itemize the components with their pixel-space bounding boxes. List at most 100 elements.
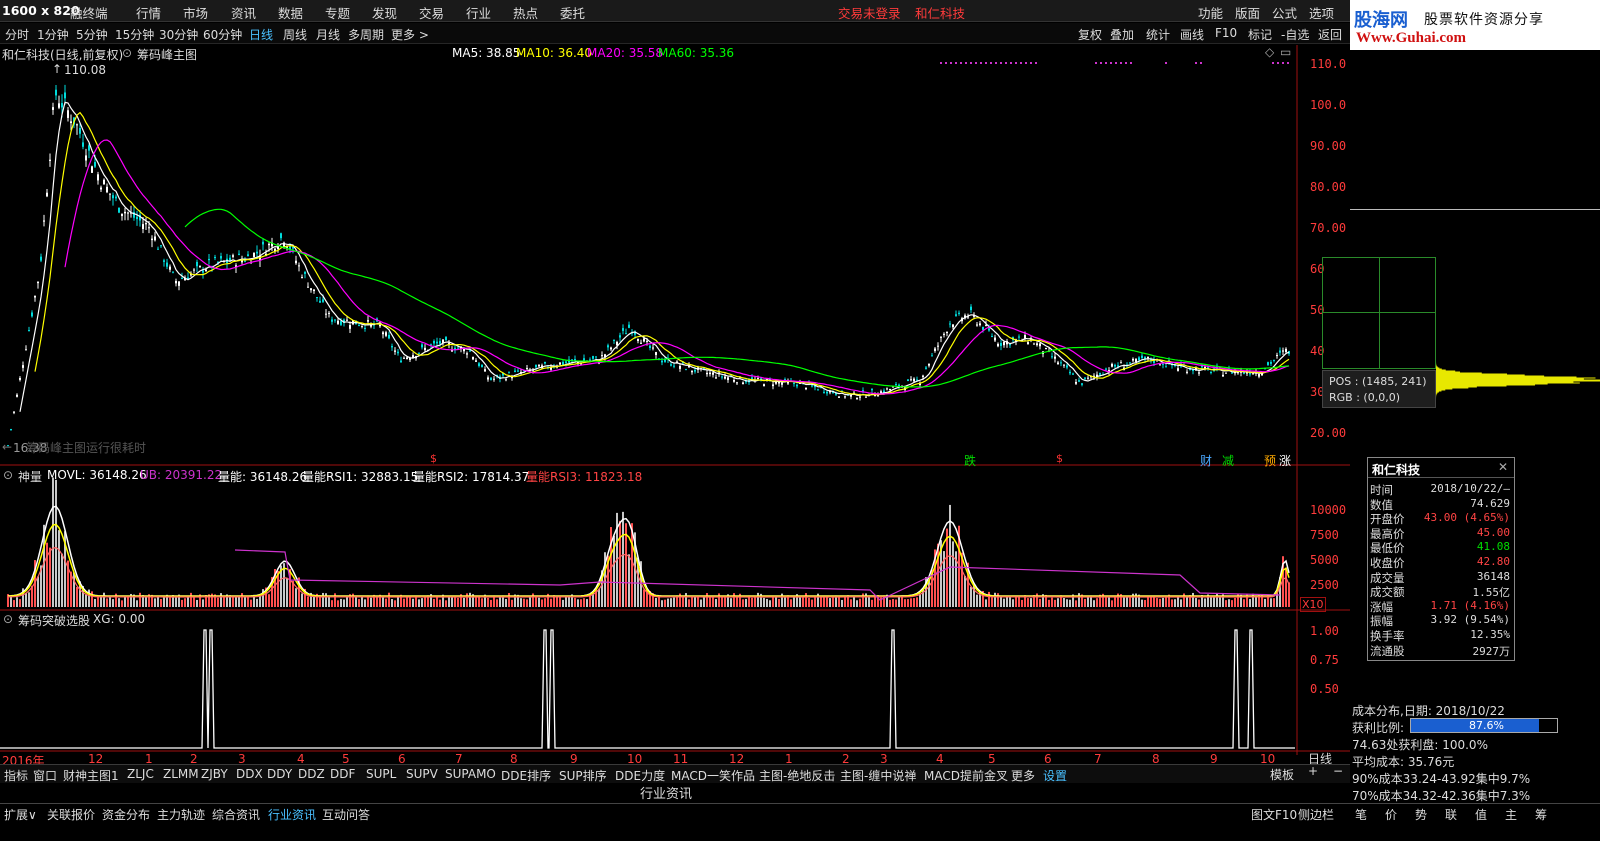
btn-diejia[interactable]: 叠加 <box>1110 26 1134 43</box>
menu-item-zhuanti[interactable]: 专题 <box>325 3 350 22</box>
candle-body <box>691 370 693 373</box>
candle-body <box>727 377 729 381</box>
kline-chart[interactable] <box>0 45 1350 765</box>
menu-item-redian[interactable]: 热点 <box>513 3 538 22</box>
period-1min[interactable]: 1分钟 <box>37 26 69 43</box>
indicator-tab[interactable]: ZLMM <box>163 767 199 781</box>
period-30min[interactable]: 30分钟 <box>159 26 198 43</box>
template-button[interactable]: 模板 <box>1270 766 1294 783</box>
menu-item-gongneng[interactable]: 功能 <box>1198 3 1223 22</box>
status-tab[interactable]: 行业资讯 <box>268 806 316 823</box>
menu-item-jiaoyi[interactable]: 交易 <box>419 3 444 22</box>
period-fenshi[interactable]: 分时 <box>5 26 29 43</box>
plus-icon[interactable]: + <box>1308 764 1318 778</box>
btn-biaoji[interactable]: 标记 <box>1248 26 1272 43</box>
period-monthly[interactable]: 月线 <box>316 26 340 43</box>
candle-body <box>1258 373 1260 377</box>
period-60min[interactable]: 60分钟 <box>203 26 242 43</box>
event-marker[interactable]: $ <box>1056 452 1063 465</box>
indicator-tab[interactable]: DDY <box>267 767 292 781</box>
close-icon[interactable]: ✕ <box>1498 460 1508 474</box>
menu-item-banmian[interactable]: 版面 <box>1235 3 1260 22</box>
btn-f10[interactable]: F10 <box>1215 26 1237 40</box>
menu-item-zixun[interactable]: 资讯 <box>231 3 256 22</box>
vol-panel-toggle-icon[interactable]: ⊙ <box>3 468 13 482</box>
infobox-row: 时间 2018/10/22/— <box>1368 482 1514 497</box>
menu-item-hangye[interactable]: 行业 <box>466 3 491 22</box>
menu-item-hangqing[interactable]: 行情 <box>136 3 161 22</box>
btn-sidebar[interactable]: 侧边栏 <box>1298 806 1334 823</box>
status-tab[interactable]: 综合资讯 <box>212 806 260 823</box>
event-marker[interactable]: 涨 <box>1279 452 1291 469</box>
menu-item-shichang[interactable]: 市场 <box>183 3 208 22</box>
period-more[interactable]: 更多 > <box>391 26 429 43</box>
indicator-tab[interactable]: SUP排序 <box>559 767 607 784</box>
volume-bar <box>736 597 738 607</box>
diamond-icon[interactable]: ◇ <box>1265 45 1274 59</box>
indicator-tab[interactable]: DDE力度 <box>615 767 665 784</box>
side-tab[interactable]: 值 <box>1475 806 1487 823</box>
indicator-tab[interactable]: SUPL <box>366 767 396 781</box>
status-tab[interactable]: 互动问答 <box>322 806 370 823</box>
event-marker[interactable]: 预 <box>1264 452 1276 469</box>
indicator-tab[interactable]: DDF <box>330 767 355 781</box>
event-marker[interactable]: $ <box>430 452 437 465</box>
event-marker[interactable]: 减 <box>1222 452 1234 469</box>
period-5min[interactable]: 5分钟 <box>76 26 108 43</box>
indicator-toggle-icon[interactable]: ⊙ <box>122 46 132 60</box>
vol-panel-name[interactable]: 神量 <box>18 468 42 485</box>
menu-item-shuju[interactable]: 数据 <box>278 3 303 22</box>
event-marker[interactable]: 财 <box>1200 452 1212 469</box>
menu-item-faxian[interactable]: 发现 <box>372 3 397 22</box>
minus-icon[interactable]: − <box>1333 764 1343 778</box>
btn-tongji[interactable]: 统计 <box>1146 26 1170 43</box>
indicator-tab[interactable]: ZJBY <box>201 767 228 781</box>
period-daily[interactable]: 日线 <box>249 26 273 43</box>
status-tab[interactable]: 资金分布 <box>102 806 150 823</box>
indicator-tab[interactable]: MACD一笑作品 <box>671 767 755 784</box>
side-tab[interactable]: 势 <box>1415 806 1427 823</box>
side-tab[interactable]: 价 <box>1385 806 1397 823</box>
window-icon[interactable]: ▭ <box>1280 45 1291 59</box>
indicator-tab[interactable]: DDX <box>236 767 263 781</box>
indicator-tab[interactable]: DDZ <box>298 767 325 781</box>
status-tab[interactable]: 主力轨迹 <box>157 806 205 823</box>
side-tab[interactable]: 筹 <box>1535 806 1547 823</box>
btn-fanhui[interactable]: 返回 <box>1318 26 1342 43</box>
indicator-tab[interactable]: SUPAMO <box>445 767 496 781</box>
btn-huaxian[interactable]: 画线 <box>1180 26 1204 43</box>
indicator-tab[interactable]: 设置 <box>1043 767 1067 784</box>
period-15min[interactable]: 15分钟 <box>115 26 154 43</box>
candle-body <box>763 384 765 387</box>
xg-panel-toggle-icon[interactable]: ⊙ <box>3 612 13 626</box>
side-tab[interactable]: 笔 <box>1355 806 1367 823</box>
trade-status[interactable]: 交易未登录 <box>838 3 901 22</box>
menu-item-gongshi[interactable]: 公式 <box>1272 3 1297 22</box>
news-label[interactable]: 行业资讯 <box>640 783 692 802</box>
btn-fuquan[interactable]: 复权 <box>1078 26 1102 43</box>
xg-panel-name[interactable]: 筹码突破选股 <box>18 612 90 629</box>
indicator-tab[interactable]: MACD提前金叉 <box>924 767 1008 784</box>
volume-bar <box>49 547 51 607</box>
btn-zixuan[interactable]: -自选 <box>1281 26 1309 43</box>
indicator-tab[interactable]: 窗口 <box>33 767 57 784</box>
period-weekly[interactable]: 周线 <box>283 26 307 43</box>
indicator-tab[interactable]: 财神主图1 <box>63 767 119 784</box>
btn-tuwen-f10[interactable]: 图文F10 <box>1251 806 1297 823</box>
status-tab[interactable]: 关联报价 <box>47 806 95 823</box>
side-tab[interactable]: 主 <box>1505 806 1517 823</box>
status-tab[interactable]: 扩展∨ <box>4 806 37 823</box>
indicator-tab[interactable]: SUPV <box>406 767 438 781</box>
event-marker[interactable]: 跌 <box>964 452 976 469</box>
indicator-tab[interactable]: 更多 <box>1011 767 1035 784</box>
menu-item-xuanxiang[interactable]: 选项 <box>1309 3 1334 22</box>
indicator-tab[interactable]: 主图-缠中说禅 <box>840 767 916 784</box>
indicator-tab[interactable]: DDE排序 <box>501 767 551 784</box>
main-indicator-name[interactable]: 筹码峰主图 <box>137 46 197 63</box>
indicator-tab[interactable]: 指标 <box>4 767 28 784</box>
menu-item-weituo[interactable]: 委托 <box>560 3 585 22</box>
period-multi[interactable]: 多周期 <box>348 26 384 43</box>
indicator-tab[interactable]: ZLJC <box>127 767 154 781</box>
indicator-tab[interactable]: 主图-绝地反击 <box>759 767 835 784</box>
side-tab[interactable]: 联 <box>1445 806 1457 823</box>
